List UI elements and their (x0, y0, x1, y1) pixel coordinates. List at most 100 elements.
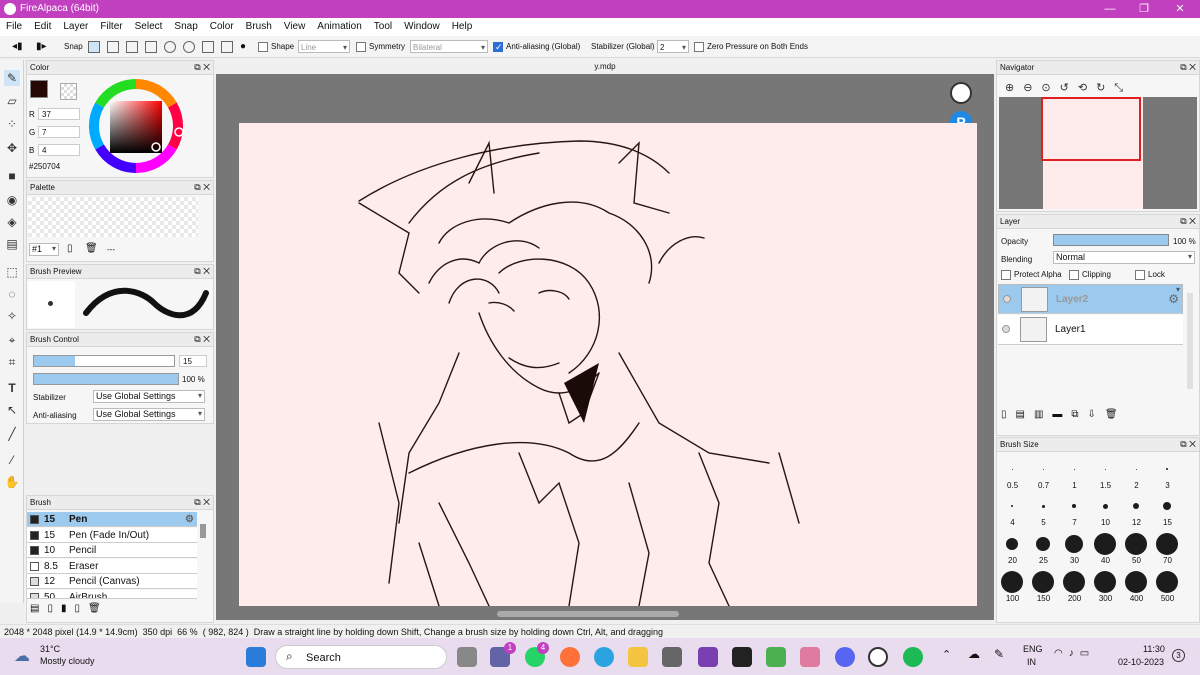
brush-size-dot[interactable] (1135, 468, 1137, 470)
lasso-tool-icon[interactable]: ◌ (4, 286, 20, 302)
symmetry-checkbox[interactable]: Symmetry (356, 40, 405, 54)
panel-float-close-icon[interactable]: ⧉ ✕ (194, 62, 210, 73)
taskbar-search[interactable]: ⌕ Search (275, 645, 447, 669)
brush-size-dot[interactable] (1063, 571, 1085, 593)
brush-item[interactable]: 10 Pencil (27, 543, 197, 558)
symmetry-select[interactable]: Bilateral (410, 40, 488, 55)
gradient-tool-icon[interactable]: ▤ (4, 236, 20, 252)
panel-float-close-icon[interactable]: ⧉ ✕ (194, 182, 210, 193)
brush-size-dot[interactable] (1133, 503, 1139, 509)
brush-size-dot[interactable] (1065, 535, 1083, 553)
hand-tool-icon[interactable]: ✋ (4, 474, 20, 490)
select-tool-icon[interactable]: ⬚ (4, 264, 20, 280)
navigator-preview[interactable] (999, 97, 1197, 209)
snap-vanishing-icon[interactable] (145, 40, 157, 54)
protect-alpha-checkbox[interactable]: Protect Alpha (1001, 270, 1062, 280)
drawing-canvas[interactable] (239, 123, 977, 606)
language-code[interactable]: ENG (1023, 644, 1043, 654)
r-field[interactable]: 37 (38, 108, 80, 120)
brush-size-dot[interactable] (1166, 468, 1168, 470)
text-tool-icon[interactable]: T (4, 380, 20, 396)
brush-size-slider[interactable] (33, 355, 175, 367)
brush-item[interactable]: 50 AirBrush (27, 590, 197, 599)
menu-filter[interactable]: Filter (94, 18, 128, 36)
palette-swatches[interactable] (28, 197, 198, 237)
firefox-icon[interactable] (560, 647, 580, 667)
firealpaca-taskbar-icon[interactable] (868, 647, 888, 667)
snap-off-icon[interactable] (88, 40, 100, 54)
spotify-icon[interactable] (903, 647, 923, 667)
brush-size-dot[interactable] (1036, 537, 1050, 551)
brush-size-dot[interactable] (1006, 538, 1018, 550)
panel-float-close-icon[interactable]: ⧉ ✕ (194, 266, 210, 277)
bucket-tool-icon[interactable]: ◈ (4, 214, 20, 230)
primary-color-swatch[interactable] (30, 80, 48, 98)
layer-row[interactable]: Layer2 ⚙ (998, 284, 1183, 314)
delete-palette-icon[interactable]: 🗑 (85, 243, 98, 254)
snap-curve-icon[interactable] (202, 40, 214, 54)
task-view-icon[interactable] (457, 647, 477, 667)
brush-size-dot[interactable] (1156, 571, 1178, 593)
panel-float-close-icon[interactable]: ⧉ ✕ (194, 334, 210, 345)
panel-float-close-icon[interactable]: ⧉ ✕ (1180, 62, 1196, 73)
panel-float-close-icon[interactable]: ⧉ ✕ (1180, 439, 1196, 450)
eraser-tool-icon[interactable]: ▱ (4, 93, 20, 109)
antialias-checkbox[interactable]: Anti-aliasing (Global) (493, 40, 580, 54)
pen-icon[interactable]: ✎ (994, 647, 1004, 661)
app-icon-character[interactable] (800, 647, 820, 667)
snap-radial-icon[interactable] (164, 40, 176, 54)
shape-checkbox[interactable]: Shape (258, 40, 294, 54)
brush-opacity-slider[interactable] (33, 373, 179, 385)
horizontal-scrollbar[interactable] (497, 611, 679, 617)
menu-select[interactable]: Select (129, 18, 169, 36)
select-eraser-icon[interactable]: ⌗ (4, 354, 20, 370)
menu-window[interactable]: Window (398, 18, 446, 36)
fill-tool-icon[interactable]: ◉ (4, 192, 20, 208)
clipping-checkbox[interactable]: Clipping (1069, 270, 1111, 280)
brush-size-dot[interactable] (1156, 533, 1178, 555)
fill-rect-icon[interactable]: ■ (4, 168, 20, 184)
menu-help[interactable]: Help (446, 18, 479, 36)
divide-tool-icon[interactable]: ╱ (4, 426, 20, 442)
b-field[interactable]: 4 (38, 144, 80, 156)
menu-tool[interactable]: Tool (368, 18, 398, 36)
layer-opacity-slider[interactable] (1053, 234, 1169, 246)
brush-size-dot[interactable] (1001, 571, 1023, 593)
panel-float-close-icon[interactable]: ⧉ ✕ (1180, 216, 1196, 227)
brush-list-scrollbar[interactable] (200, 524, 206, 538)
navigator-viewport[interactable] (1041, 97, 1141, 161)
magic-wand-icon[interactable]: ✧ (4, 308, 20, 324)
snap-parallel-icon[interactable] (107, 40, 119, 54)
minimize-button[interactable]: — (1094, 0, 1126, 18)
brush-item[interactable]: 12 Pencil (Canvas) (27, 574, 197, 589)
visibility-icon[interactable] (1002, 325, 1010, 333)
clock-time[interactable]: 11:30 (1143, 644, 1165, 654)
layer-row[interactable]: Layer1 (998, 315, 1183, 345)
brush-panel-actions[interactable]: ▤▯▮▯🗑 (30, 603, 109, 614)
stabilizer-select[interactable]: 2 (657, 40, 689, 55)
secondary-color-swatch[interactable] (60, 83, 77, 100)
layer-scrollbar[interactable] (1187, 293, 1193, 389)
alpaca-icon[interactable] (950, 82, 972, 104)
gear-icon[interactable]: ⚙ (185, 512, 194, 527)
navigator-controls[interactable]: ⊕⊖⊙↺⟲↻⤡ (1005, 81, 1132, 95)
brush-size-dot[interactable] (1042, 468, 1044, 470)
zero-pressure-checkbox[interactable]: Zero Pressure on Both Ends (694, 40, 808, 54)
cloud-icon[interactable]: ☁ (968, 647, 980, 661)
next-frame-icon[interactable]: ▮▸ (36, 40, 47, 54)
brush-tool-icon[interactable]: ✎ (4, 70, 20, 86)
snap-dot-icon[interactable]: ● (240, 40, 246, 54)
layer-actions[interactable]: ▯▤▥▬⧉⇩🗑 (1001, 409, 1127, 420)
brush-size-dot[interactable] (1104, 468, 1106, 470)
operation-tool-icon[interactable]: ↖ (4, 402, 20, 418)
app-icon-game[interactable] (766, 647, 786, 667)
add-palette-icon[interactable]: ▯ (67, 243, 73, 254)
color-wheel[interactable] (87, 77, 185, 175)
wifi-volume-battery-icon[interactable]: ◠♪▭ (1054, 648, 1095, 659)
brush-size-dot[interactable] (1032, 571, 1054, 593)
menu-view[interactable]: View (278, 18, 312, 36)
document-tab[interactable]: y.mdp (216, 60, 994, 74)
menu-file[interactable]: File (0, 18, 28, 36)
brush-size-dot[interactable] (1125, 571, 1147, 593)
weather-icon[interactable]: ☁ (14, 646, 36, 665)
